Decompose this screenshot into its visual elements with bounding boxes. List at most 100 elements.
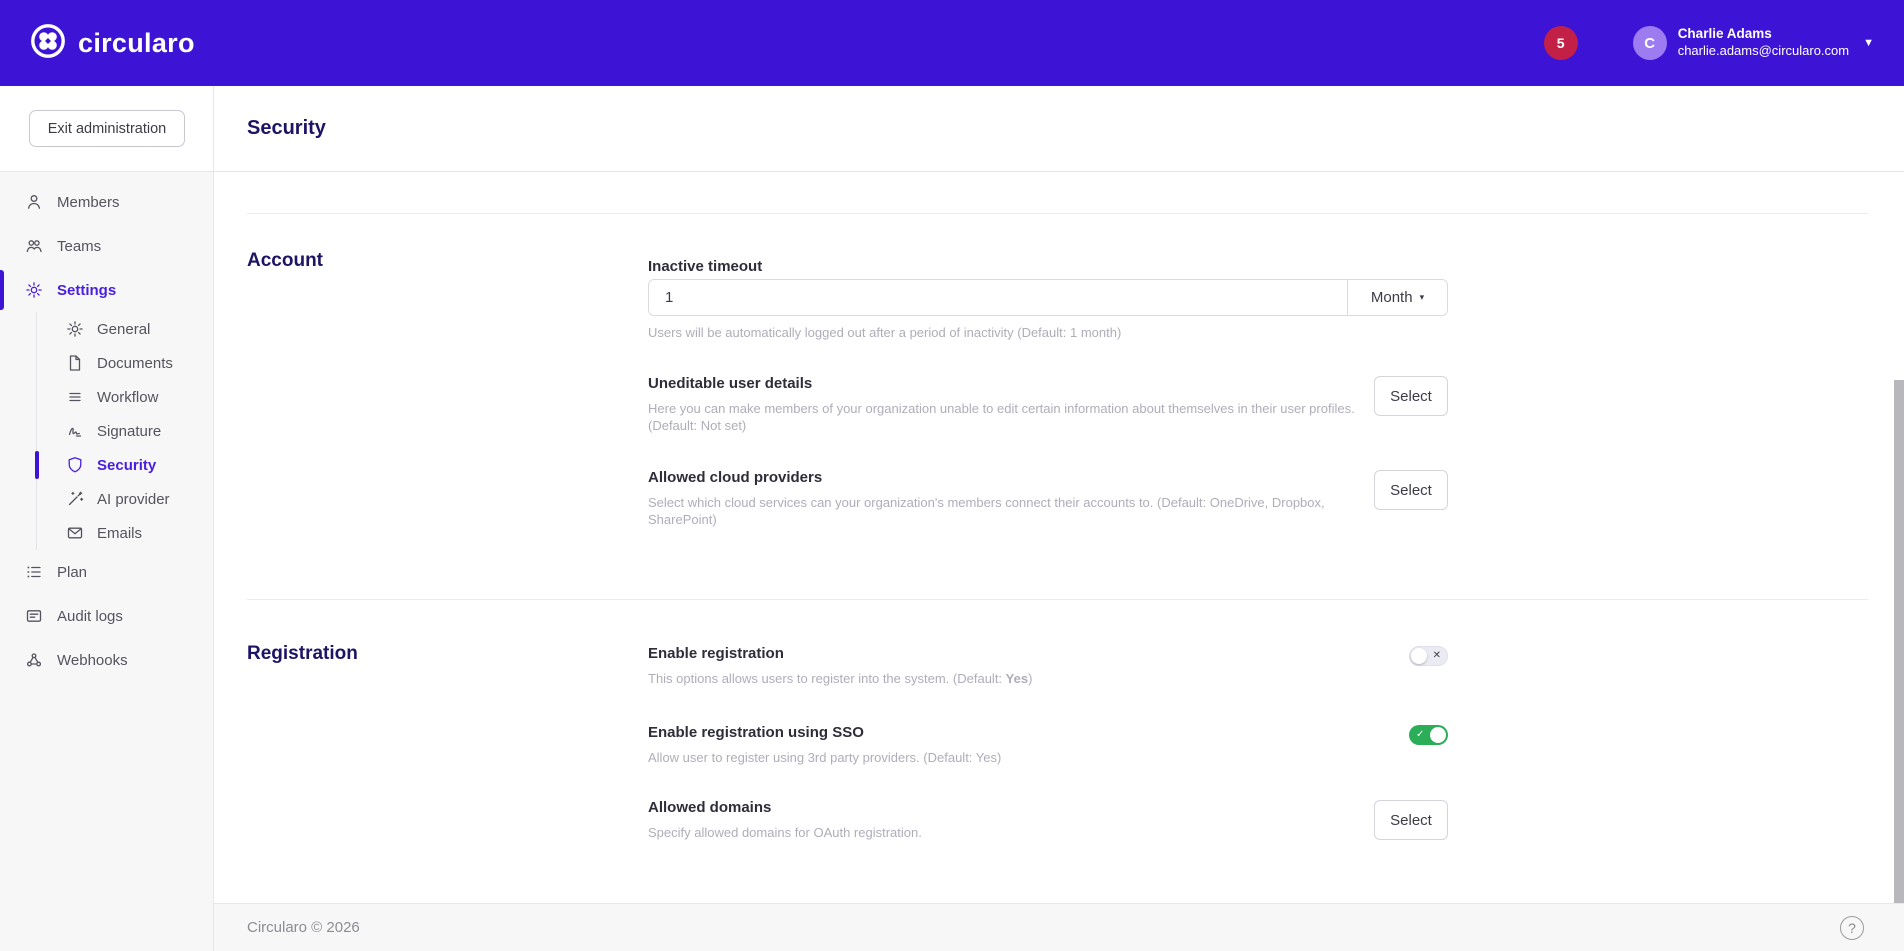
sidebar-item-documents[interactable]: Documents <box>37 346 213 380</box>
sidebar-header: Exit administration <box>0 86 214 172</box>
user-menu[interactable]: C Charlie Adams charlie.adams@circularo.… <box>1633 26 1874 60</box>
gear-icon <box>25 281 43 299</box>
user-email: charlie.adams@circularo.com <box>1678 43 1849 59</box>
sidebar-item-signature[interactable]: Signature <box>37 414 213 448</box>
field-help-default-value: Yes <box>1006 671 1028 686</box>
person-icon <box>25 193 43 211</box>
field-label: Allowed cloud providers <box>648 470 1448 486</box>
field-help-default-suffix: ) <box>1028 671 1032 686</box>
x-icon: ✕ <box>1433 651 1441 661</box>
field-help: Specify allowed domains for OAuth regist… <box>648 824 1448 841</box>
sidebar-item-label: Teams <box>57 238 101 255</box>
cloud-providers-select-button[interactable]: Select <box>1374 470 1448 510</box>
field-enable-registration-sso: Enable registration using SSO Allow user… <box>648 725 1448 766</box>
audit-log-icon <box>25 607 43 625</box>
field-help-line: SharePoint) <box>648 511 1448 528</box>
field-enable-registration: Enable registration This options allows … <box>648 646 1448 687</box>
exit-administration-button[interactable]: Exit administration <box>29 110 185 147</box>
app-window: circularo 5 C Charlie Adams charlie.adam… <box>0 0 1904 951</box>
enable-sso-toggle[interactable]: ✓ <box>1409 725 1448 745</box>
vertical-scrollbar[interactable] <box>1894 380 1904 903</box>
sidebar-item-emails[interactable]: Emails <box>37 516 213 550</box>
main-content: Account Inactive timeout Month ▾ Users w… <box>214 172 1904 903</box>
sidebar-item-audit-logs[interactable]: Audit logs <box>0 594 213 638</box>
circularo-logo-icon <box>30 23 66 64</box>
field-allowed-cloud-providers: Allowed cloud providers Select which clo… <box>648 470 1448 528</box>
field-label: Uneditable user details <box>648 376 1448 392</box>
signature-icon <box>66 422 84 440</box>
divider <box>247 599 1868 600</box>
field-label: Enable registration using SSO <box>648 725 1448 741</box>
page-header: Security <box>214 86 1904 172</box>
timeout-unit-value: Month <box>1371 289 1413 306</box>
sidebar-item-label: Members <box>57 194 120 211</box>
sidebar-item-label: Emails <box>97 525 142 542</box>
chevron-down-icon: ▾ <box>1420 293 1425 303</box>
field-uneditable-user-details: Uneditable user details Here you can mak… <box>648 376 1448 434</box>
uneditable-details-select-button[interactable]: Select <box>1374 376 1448 416</box>
field-help-line: Select which cloud services can your org… <box>648 494 1448 511</box>
sidebar-item-label: Plan <box>57 564 87 581</box>
sidebar-item-label: Settings <box>57 282 116 299</box>
sidebar-item-general[interactable]: General <box>37 312 213 346</box>
field-label: Enable registration <box>648 646 1448 662</box>
inactive-timeout-input[interactable] <box>649 280 1347 315</box>
help-icon[interactable]: ? <box>1840 916 1864 940</box>
timeout-unit-dropdown[interactable]: Month ▾ <box>1347 280 1447 315</box>
circularo-logo[interactable]: circularo <box>30 23 195 64</box>
toggle-knob <box>1411 648 1427 664</box>
people-icon <box>25 237 43 255</box>
field-label: Inactive timeout <box>648 259 1448 275</box>
document-icon <box>66 354 84 372</box>
shield-icon <box>66 456 84 474</box>
settings-subnav: General Documents Workflow Signature <box>36 312 213 550</box>
field-help-default-prefix: (Default: <box>949 671 1005 686</box>
field-help-text: This options allows users to register in… <box>648 671 949 686</box>
lines-icon <box>66 388 84 406</box>
sidebar-item-teams[interactable]: Teams <box>0 224 213 268</box>
toggle-knob <box>1430 727 1446 743</box>
sidebar-item-ai-provider[interactable]: AI provider <box>37 482 213 516</box>
sidebar-item-members[interactable]: Members <box>0 180 213 224</box>
sidebar-item-label: Webhooks <box>57 652 128 669</box>
notification-badge[interactable]: 5 <box>1544 26 1578 60</box>
field-label: Allowed domains <box>648 800 1448 816</box>
section-title: Registration <box>247 643 648 841</box>
field-inactive-timeout: Inactive timeout Month ▾ Users will be a… <box>648 259 1448 341</box>
sidebar-item-label: Security <box>97 457 156 474</box>
sidebar-item-label: General <box>97 321 150 338</box>
chevron-down-icon: ▼ <box>1863 37 1874 49</box>
sidebar-item-security[interactable]: Security <box>37 448 213 482</box>
field-help-line: (Default: Not set) <box>648 417 1448 434</box>
allowed-domains-select-button[interactable]: Select <box>1374 800 1448 840</box>
section-registration: Registration Enable registration This op… <box>247 643 1868 841</box>
avatar: C <box>1633 26 1667 60</box>
envelope-icon <box>66 524 84 542</box>
list-icon <box>25 563 43 581</box>
sidebar-nav: Members Teams Settings General <box>0 172 214 903</box>
user-name: Charlie Adams <box>1678 26 1849 43</box>
footer: Circularo © 2026 ? <box>214 903 1904 951</box>
field-help: Allow user to register using 3rd party p… <box>648 749 1448 766</box>
top-bar: circularo 5 C Charlie Adams charlie.adam… <box>0 0 1904 86</box>
section-account: Account Inactive timeout Month ▾ Users w… <box>247 250 1868 528</box>
brand-name: circularo <box>78 28 195 59</box>
sidebar-footer-strip <box>0 903 214 951</box>
gear-icon <box>66 320 84 338</box>
divider <box>247 213 1868 214</box>
field-help-line: Here you can make members of your organi… <box>648 400 1448 417</box>
sidebar-item-settings[interactable]: Settings <box>0 268 213 312</box>
sidebar-item-plan[interactable]: Plan <box>0 550 213 594</box>
section-title: Account <box>247 250 648 528</box>
sidebar-item-label: Workflow <box>97 389 158 406</box>
sidebar-item-label: AI provider <box>97 491 170 508</box>
sidebar-item-webhooks[interactable]: Webhooks <box>0 638 213 682</box>
sidebar-item-label: Signature <box>97 423 161 440</box>
enable-registration-toggle[interactable]: ✕ <box>1409 646 1448 666</box>
sidebar-item-workflow[interactable]: Workflow <box>37 380 213 414</box>
user-info: Charlie Adams charlie.adams@circularo.co… <box>1678 26 1849 59</box>
sidebar-item-label: Documents <box>97 355 173 372</box>
sidebar-item-label: Audit logs <box>57 608 123 625</box>
check-icon: ✓ <box>1416 730 1424 740</box>
field-help: Users will be automatically logged out a… <box>648 324 1448 341</box>
